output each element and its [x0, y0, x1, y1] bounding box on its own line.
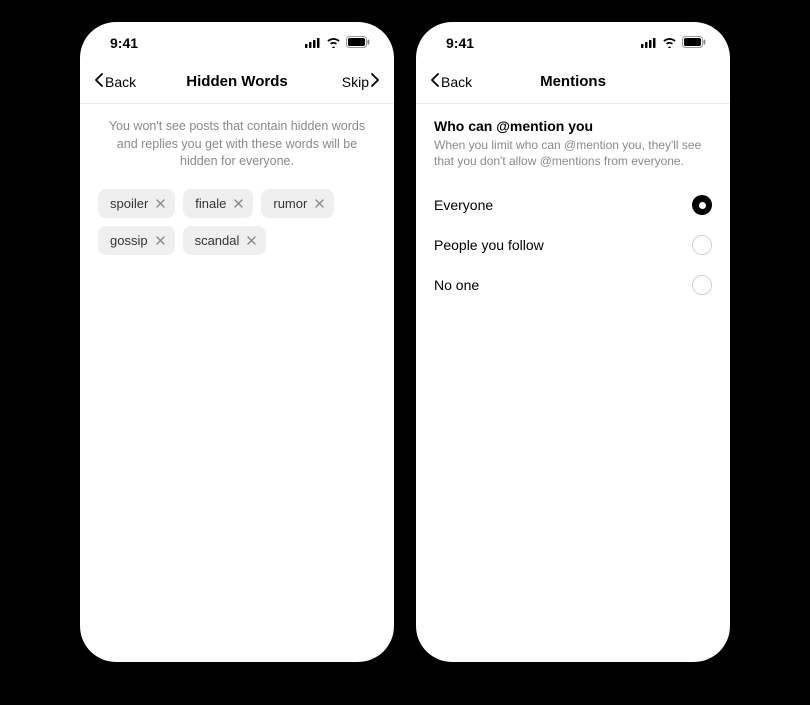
hidden-word-chip[interactable]: spoiler [98, 189, 175, 218]
remove-chip-icon[interactable] [315, 199, 324, 208]
option-label: No one [434, 277, 479, 293]
cellular-icon [305, 35, 321, 51]
chevron-left-icon [94, 73, 103, 90]
phone-mentions: 9:41 Back Mentions Who can @mention you … [416, 22, 730, 662]
content-area: You won't see posts that contain hidden … [80, 104, 394, 662]
remove-chip-icon[interactable] [247, 236, 256, 245]
remove-chip-icon[interactable] [156, 236, 165, 245]
chip-label: finale [195, 196, 226, 211]
radio-selected-icon [692, 195, 712, 215]
battery-icon [346, 35, 370, 51]
back-button[interactable]: Back [94, 73, 136, 90]
chip-label: gossip [110, 233, 148, 248]
radio-unselected-icon [692, 275, 712, 295]
skip-button[interactable]: Skip [342, 73, 380, 90]
back-label: Back [105, 74, 136, 90]
status-time: 9:41 [446, 35, 474, 51]
remove-chip-icon[interactable] [156, 199, 165, 208]
section-title: Who can @mention you [434, 118, 712, 134]
chip-label: rumor [273, 196, 307, 211]
back-button[interactable]: Back [430, 73, 472, 90]
hidden-word-chip[interactable]: finale [183, 189, 253, 218]
chevron-left-icon [430, 73, 439, 90]
status-time: 9:41 [110, 35, 138, 51]
page-title: Mentions [540, 73, 606, 90]
back-label: Back [441, 74, 472, 90]
wifi-icon [662, 35, 677, 51]
status-bar: 9:41 [80, 22, 394, 64]
hidden-word-chip[interactable]: rumor [261, 189, 334, 218]
hidden-words-chip-list: spoiler finale rumor gossip scandal [98, 189, 376, 255]
mention-option-everyone[interactable]: Everyone [434, 185, 712, 225]
section-description: When you limit who can @mention you, the… [434, 137, 712, 169]
option-label: People you follow [434, 237, 544, 253]
nav-bar: Back Mentions [416, 64, 730, 104]
description-text: You won't see posts that contain hidden … [98, 118, 376, 171]
skip-label: Skip [342, 74, 369, 90]
battery-icon [682, 35, 706, 51]
option-label: Everyone [434, 197, 493, 213]
chip-label: spoiler [110, 196, 148, 211]
chevron-right-icon [371, 73, 380, 90]
nav-bar: Back Hidden Words Skip [80, 64, 394, 104]
status-icons [641, 35, 706, 51]
hidden-word-chip[interactable]: gossip [98, 226, 175, 255]
status-icons [305, 35, 370, 51]
phone-hidden-words: 9:41 Back Hidden Words Skip [80, 22, 394, 662]
remove-chip-icon[interactable] [234, 199, 243, 208]
page-title: Hidden Words [186, 73, 287, 90]
mention-option-noone[interactable]: No one [434, 265, 712, 305]
mention-option-following[interactable]: People you follow [434, 225, 712, 265]
radio-unselected-icon [692, 235, 712, 255]
hidden-word-chip[interactable]: scandal [183, 226, 267, 255]
chip-label: scandal [195, 233, 240, 248]
content-area: Who can @mention you When you limit who … [416, 104, 730, 662]
wifi-icon [326, 35, 341, 51]
cellular-icon [641, 35, 657, 51]
status-bar: 9:41 [416, 22, 730, 64]
